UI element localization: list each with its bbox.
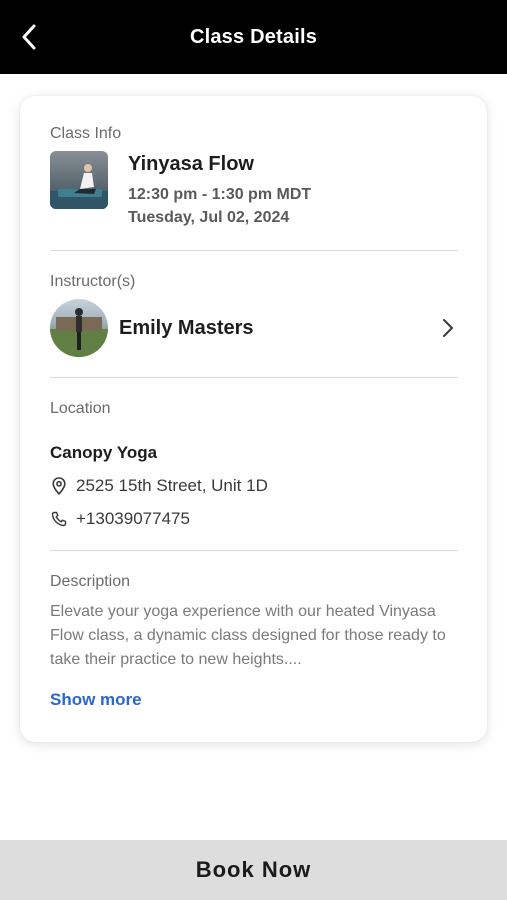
location-label: Location: [50, 400, 111, 417]
app-header: Class Details: [0, 0, 507, 74]
show-more-link[interactable]: Show more: [50, 690, 142, 710]
class-thumbnail-image: [50, 164, 108, 209]
description-text: Elevate your yoga experience with our he…: [50, 603, 446, 668]
studio-name: Canopy Yoga: [50, 443, 158, 462]
phone-row[interactable]: +13039077475: [50, 509, 190, 529]
description-label: Description: [50, 573, 131, 590]
chevron-left-icon: [22, 24, 36, 50]
instructor-row[interactable]: Emily Masters: [50, 299, 458, 357]
divider: [50, 250, 458, 251]
avatar-image: [50, 308, 108, 357]
page-title: Class Details: [189, 25, 318, 48]
map-pin-icon: [50, 477, 68, 495]
instructor-name: Emily Masters: [119, 316, 254, 339]
back-button[interactable]: [14, 20, 44, 54]
class-time: 12:30 pm - 1:30 pm MDT: [128, 186, 312, 203]
class-info-label: Class Info: [50, 125, 122, 142]
divider: [50, 550, 458, 551]
class-date: Tuesday, Jul 02, 2024: [128, 209, 290, 226]
address-row[interactable]: 2525 15th Street, Unit 1D: [50, 476, 268, 496]
avatar: [50, 299, 108, 357]
address-text: 2525 15th Street, Unit 1D: [76, 476, 268, 495]
phone-icon: [50, 510, 68, 528]
phone-text: +13039077475: [76, 509, 190, 528]
class-thumbnail: [50, 151, 108, 209]
class-details-card: Class Info Yinyasa Flow 12:30 pm - 1:30 …: [20, 96, 487, 742]
divider: [50, 377, 458, 378]
class-name: Yinyasa Flow: [128, 153, 254, 175]
instructors-label: Instructor(s): [50, 273, 136, 290]
book-now-button[interactable]: Book Now: [0, 840, 507, 900]
chevron-right-icon: [443, 319, 453, 337]
